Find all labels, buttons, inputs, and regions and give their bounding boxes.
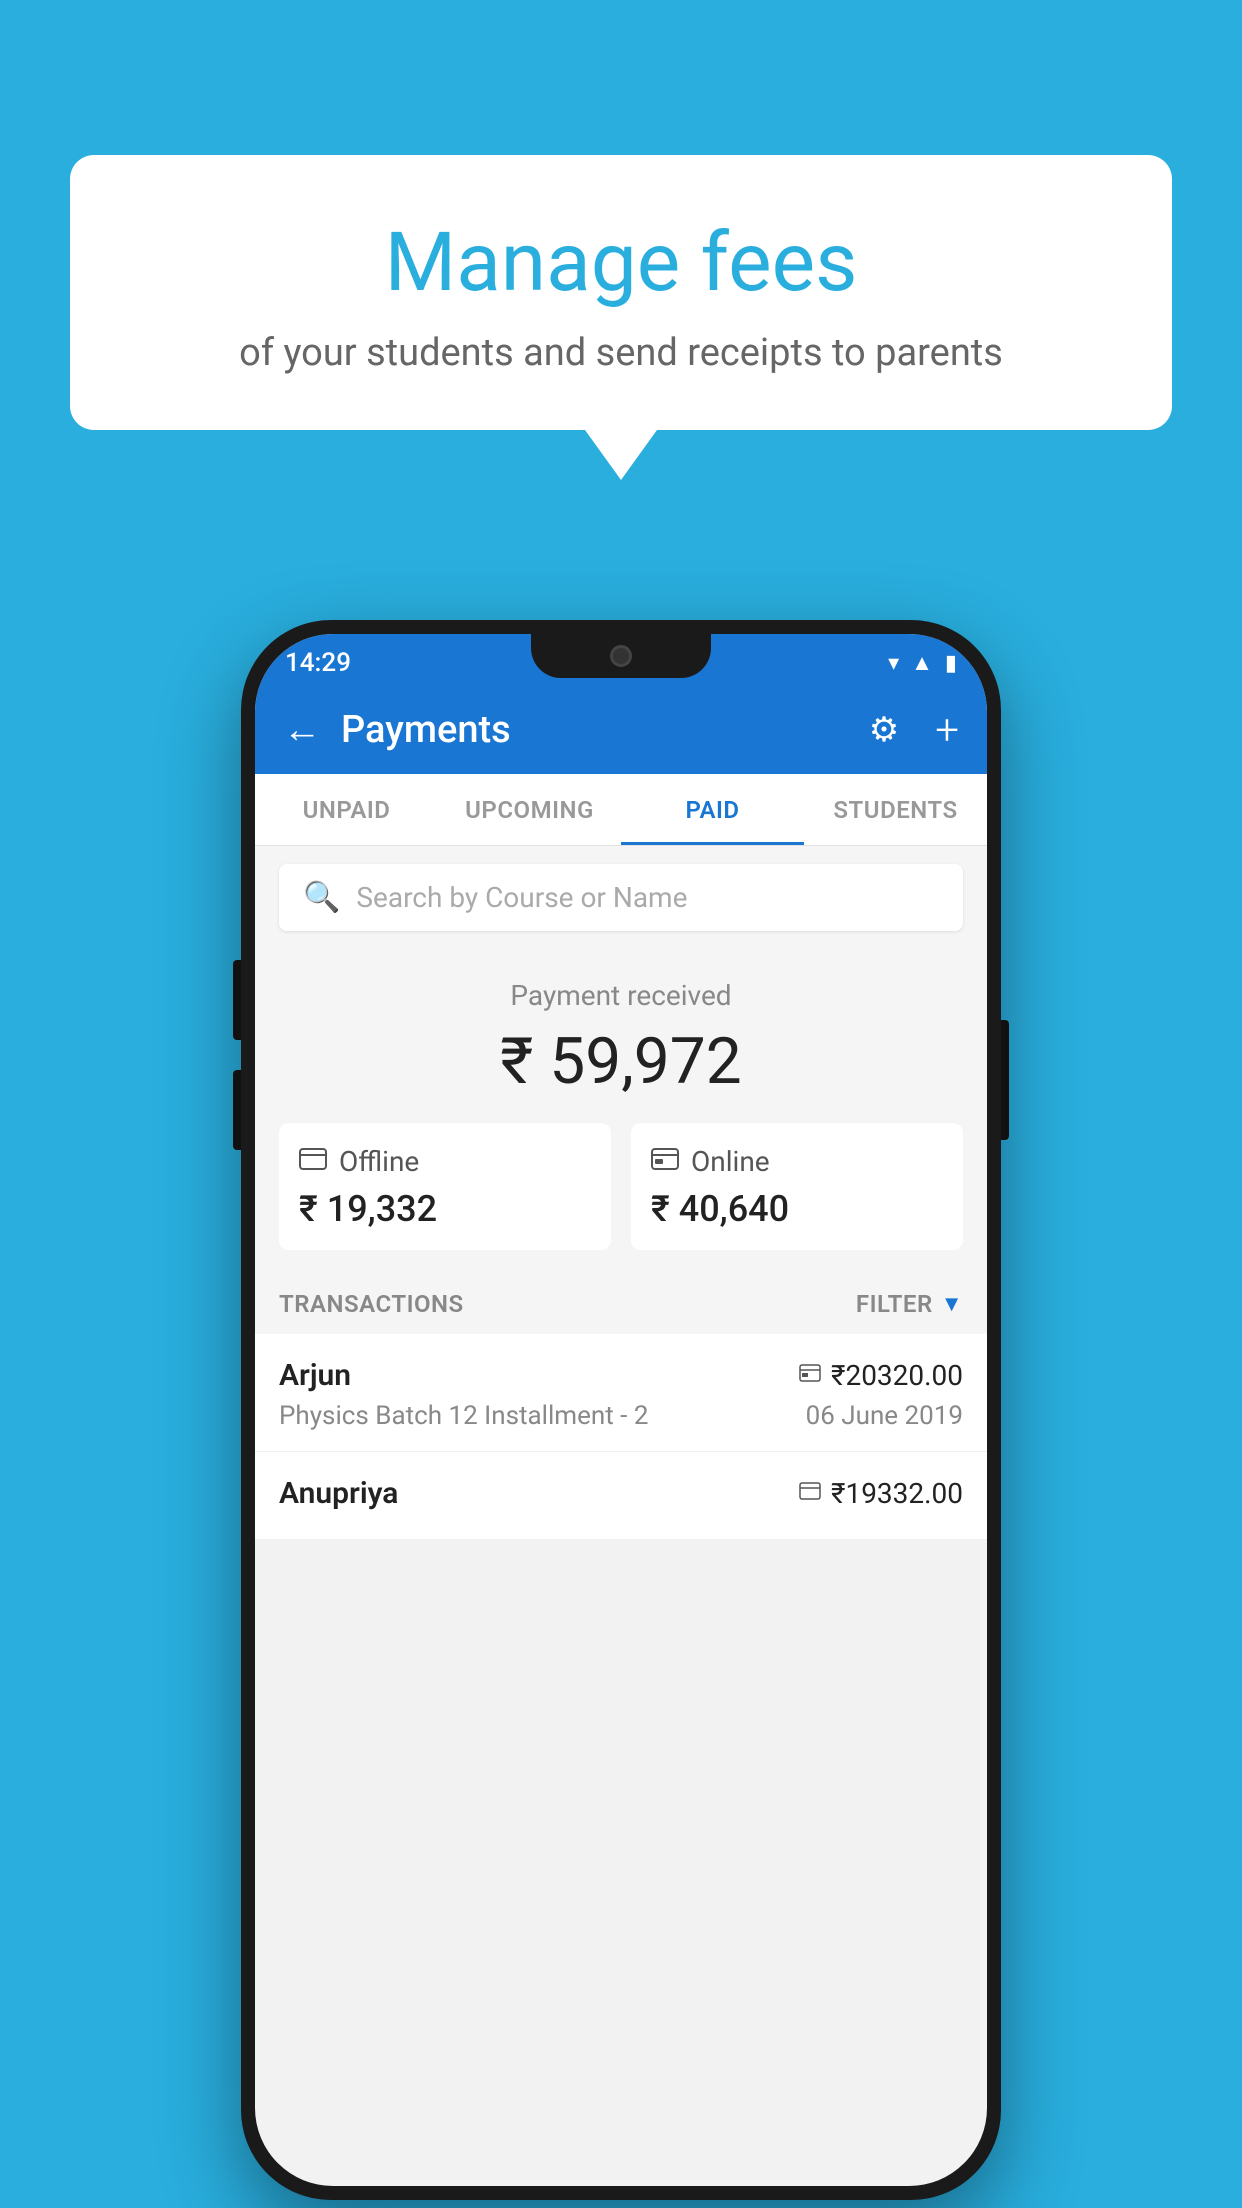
phone-wrapper: 14:29 ▾ ▲ ▮ ← Payments ⚙ +: [241, 620, 1001, 2200]
speech-bubble-subtitle: of your students and send receipts to pa…: [150, 331, 1092, 375]
payment-received-label: Payment received: [279, 979, 963, 1012]
offline-amount: ₹ 19,332: [299, 1188, 591, 1230]
tab-students[interactable]: STUDENTS: [804, 774, 987, 845]
filter-icon: ▼: [941, 1291, 963, 1317]
transaction-amount-wrapper: ₹20320.00: [799, 1359, 963, 1392]
offline-label: Offline: [339, 1145, 419, 1178]
gear-button[interactable]: ⚙: [869, 710, 899, 750]
search-box[interactable]: 🔍 Search by Course or Name: [279, 864, 963, 931]
offline-card-header: Offline: [299, 1145, 591, 1178]
transactions-label: TRANSACTIONS: [279, 1290, 464, 1318]
offline-payment-icon: [799, 1481, 821, 1506]
phone-notch: [531, 634, 711, 678]
transaction-name: Anupriya: [279, 1476, 398, 1511]
online-amount: ₹ 40,640: [651, 1188, 943, 1230]
offline-payment-card: Offline ₹ 19,332: [279, 1123, 611, 1250]
transaction-bottom-row: Physics Batch 12 Installment - 2 06 June…: [279, 1401, 963, 1431]
page-title: Payments: [341, 708, 849, 752]
transactions-header: TRANSACTIONS FILTER ▼: [255, 1270, 987, 1334]
offline-icon: [299, 1147, 327, 1177]
tab-unpaid[interactable]: UNPAID: [255, 774, 438, 845]
tabs-bar: UNPAID UPCOMING PAID STUDENTS: [255, 774, 987, 846]
tab-upcoming[interactable]: UPCOMING: [438, 774, 621, 845]
speech-bubble-arrow: [585, 430, 657, 480]
payment-received-amount: ₹ 59,972: [279, 1024, 963, 1099]
phone-side-btn-power: [1001, 1020, 1009, 1140]
payment-received-section: Payment received ₹ 59,972: [255, 949, 987, 1270]
signal-icon: ▲: [911, 650, 933, 676]
transaction-top-row: Arjun ₹20320.00: [279, 1358, 963, 1393]
payment-cards: Offline ₹ 19,332: [279, 1123, 963, 1250]
speech-bubble: Manage fees of your students and send re…: [70, 155, 1172, 430]
speech-bubble-wrapper: Manage fees of your students and send re…: [70, 155, 1172, 480]
online-icon: [651, 1147, 679, 1177]
filter-button[interactable]: FILTER ▼: [856, 1290, 963, 1318]
transactions-list: Arjun ₹20320.00: [255, 1334, 987, 1540]
search-placeholder: Search by Course or Name: [356, 881, 687, 914]
back-button[interactable]: ←: [283, 708, 321, 752]
status-icons: ▾ ▲ ▮: [888, 650, 957, 676]
speech-bubble-title: Manage fees: [150, 215, 1092, 311]
phone-inner: 14:29 ▾ ▲ ▮ ← Payments ⚙ +: [255, 634, 987, 2186]
tab-paid[interactable]: PAID: [621, 774, 804, 845]
table-row: Anupriya ₹19332.00: [255, 1452, 987, 1540]
transaction-top-row: Anupriya ₹19332.00: [279, 1476, 963, 1511]
transaction-amount: ₹20320.00: [831, 1359, 963, 1392]
app-header: ← Payments ⚙ +: [255, 686, 987, 774]
phone-notch-camera: [610, 645, 632, 667]
status-time: 14:29: [285, 648, 351, 678]
transaction-amount-wrapper: ₹19332.00: [799, 1477, 963, 1510]
online-payment-icon: [799, 1363, 821, 1388]
online-payment-card: Online ₹ 40,640: [631, 1123, 963, 1250]
phone-side-btn-vol-up: [233, 960, 241, 1040]
battery-icon: ▮: [945, 651, 957, 676]
search-container: 🔍 Search by Course or Name: [255, 846, 987, 949]
wifi-icon: ▾: [888, 651, 899, 676]
phone-side-btn-vol-down: [233, 1070, 241, 1150]
app-background: Manage fees of your students and send re…: [0, 0, 1242, 2208]
search-icon: 🔍: [303, 880, 340, 915]
table-row: Arjun ₹20320.00: [255, 1334, 987, 1452]
phone-outer: 14:29 ▾ ▲ ▮ ← Payments ⚙ +: [241, 620, 1001, 2200]
transaction-amount: ₹19332.00: [831, 1477, 963, 1510]
transaction-name: Arjun: [279, 1358, 351, 1393]
filter-text: FILTER: [856, 1290, 933, 1318]
online-card-header: Online: [651, 1145, 943, 1178]
transaction-date: 06 June 2019: [806, 1401, 963, 1431]
add-button[interactable]: +: [935, 706, 959, 755]
transaction-course: Physics Batch 12 Installment - 2: [279, 1401, 648, 1431]
online-label: Online: [691, 1145, 770, 1178]
